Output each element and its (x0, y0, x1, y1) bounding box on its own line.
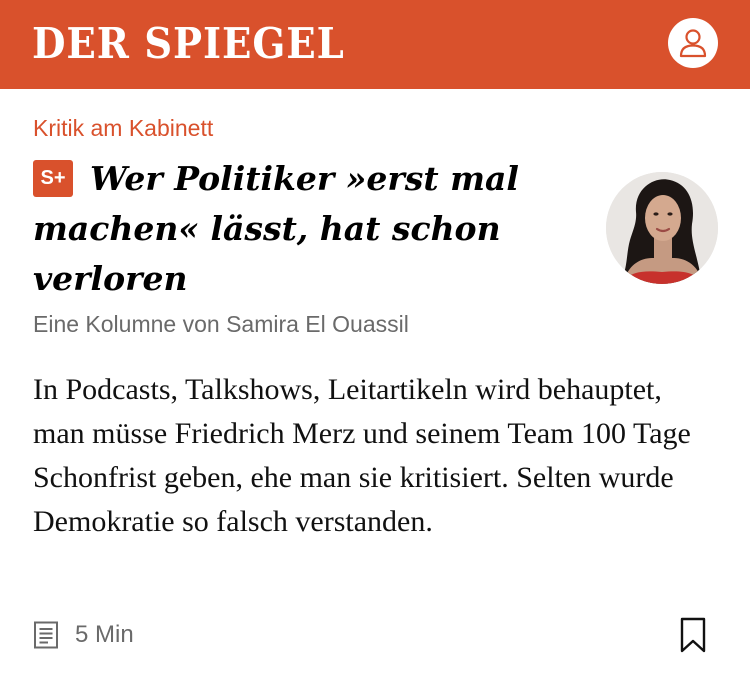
reading-time-label: 5 Min (75, 621, 134, 648)
article-icon (34, 621, 58, 649)
account-button[interactable] (668, 18, 718, 68)
site-header: DER SPIEGEL (0, 0, 750, 89)
article-headline[interactable]: Wer Politiker »erst mal machen« lässt, h… (33, 154, 593, 304)
article-byline: Eine Kolumne von Samira El Ouassil (33, 311, 409, 337)
article-kicker[interactable]: Kritik am Kabinett (33, 113, 213, 143)
spiegel-logo[interactable]: DER SPIEGEL (32, 18, 345, 70)
bookmark-icon[interactable] (680, 617, 706, 653)
article-teaser[interactable]: In Podcasts, Talkshows, Leitartikeln wir… (33, 368, 713, 544)
user-icon (679, 29, 707, 58)
author-avatar (606, 172, 718, 284)
reading-time: 5 Min (33, 618, 134, 652)
